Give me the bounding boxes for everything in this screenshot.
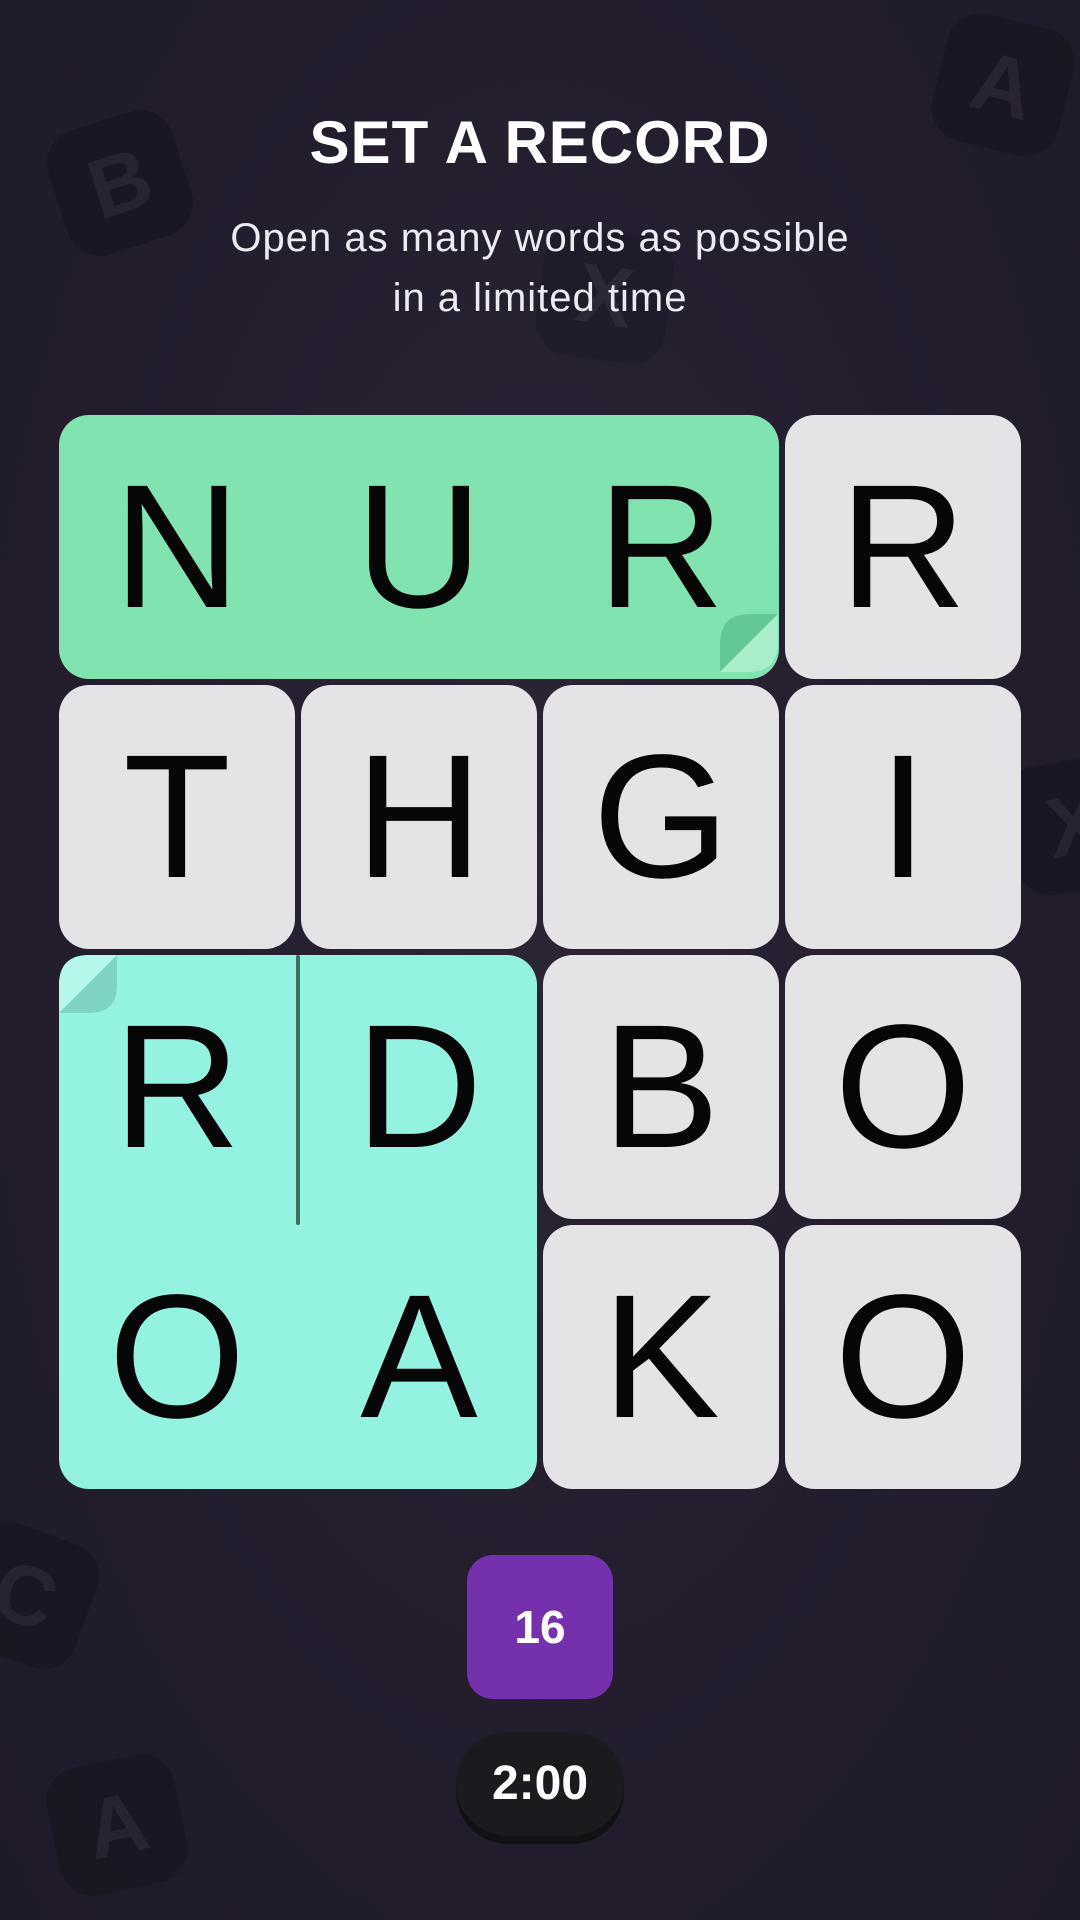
tile-letter: T bbox=[123, 719, 231, 915]
tile-letter: O bbox=[834, 989, 972, 1185]
tile-letter: B bbox=[602, 989, 720, 1185]
tile-letter: K bbox=[602, 1259, 720, 1455]
tile-seam bbox=[296, 955, 300, 1225]
words-count-badge: 16 bbox=[467, 1555, 613, 1699]
tile-letter: U bbox=[355, 449, 483, 645]
countdown-timer: 2:00 bbox=[456, 1732, 624, 1836]
tile-letter: R bbox=[113, 989, 241, 1185]
tile-letter: A bbox=[360, 1259, 478, 1455]
tile-letter: R bbox=[597, 449, 725, 645]
tile-letter: H bbox=[355, 719, 483, 915]
tile-letter: O bbox=[834, 1259, 972, 1455]
tile-letter: N bbox=[113, 449, 241, 645]
tile-letter: O bbox=[108, 1259, 246, 1455]
tile-letter: D bbox=[355, 989, 483, 1185]
tile-letter: I bbox=[878, 719, 928, 915]
tile-letter: G bbox=[592, 719, 730, 915]
tile-letter: R bbox=[839, 449, 967, 645]
